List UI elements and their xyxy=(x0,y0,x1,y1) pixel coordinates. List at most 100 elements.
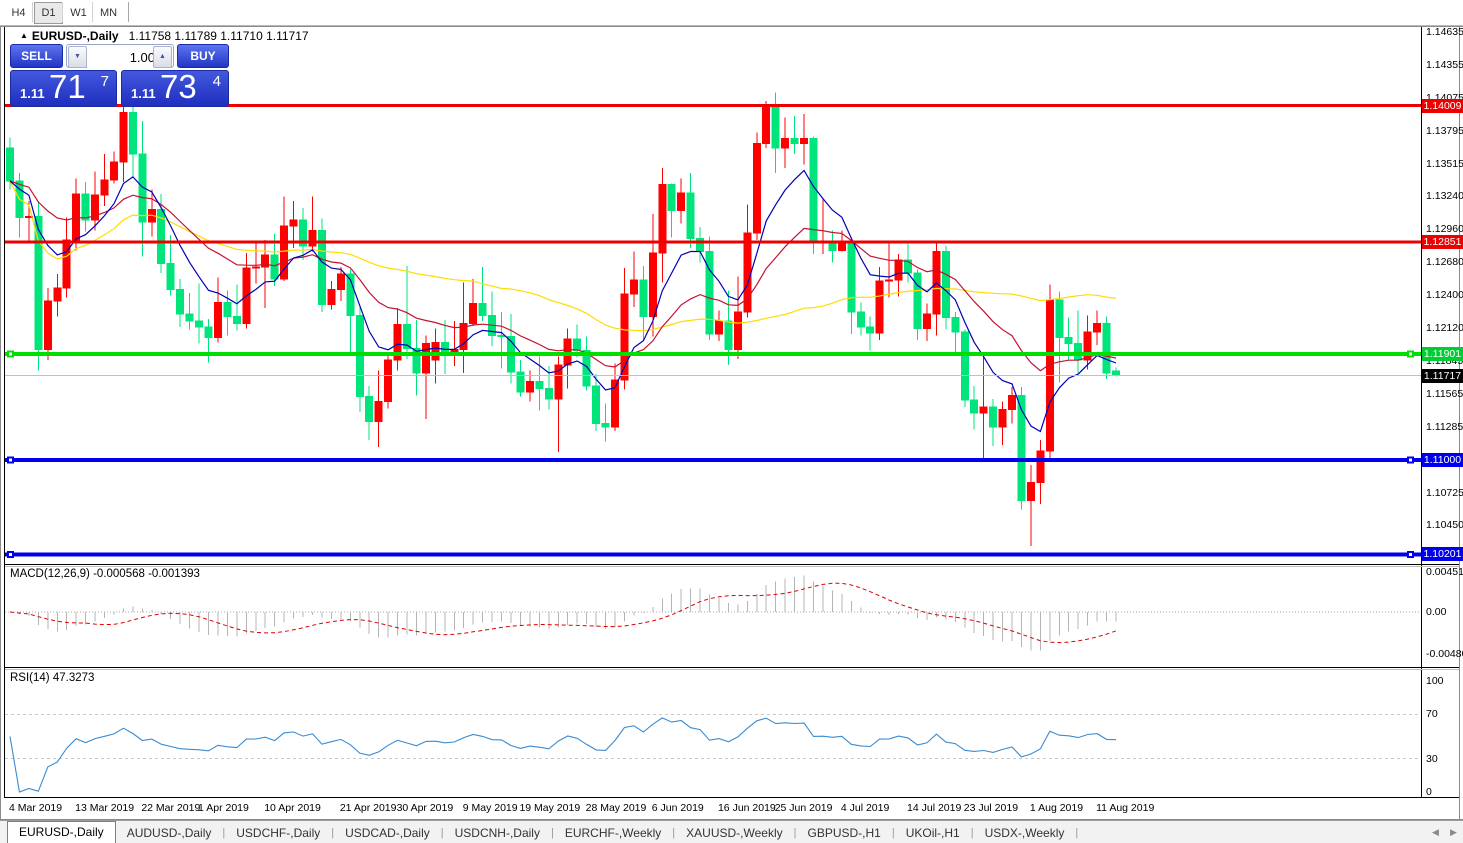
candle-body xyxy=(185,313,194,322)
candle-body xyxy=(1008,394,1017,411)
bid-pipette: 7 xyxy=(100,73,109,90)
candle-body xyxy=(885,279,894,282)
candle-body xyxy=(1102,323,1111,374)
panel-splitter[interactable] xyxy=(5,669,1459,670)
tab-usdcnh-daily[interactable]: USDCNH-,Daily xyxy=(444,823,551,843)
timeframe-button-d1[interactable]: D1 xyxy=(34,2,63,24)
candle-body xyxy=(128,112,137,155)
candle-body xyxy=(384,359,393,402)
macd-value-2: -0.001393 xyxy=(148,568,200,580)
macd-label: MACD(12,26,9) -0.000568 -0.001393 xyxy=(10,568,200,580)
tab-usdchf-daily[interactable]: USDCHF-,Daily xyxy=(225,823,331,843)
candle-body xyxy=(431,341,440,361)
candle-body xyxy=(762,106,771,144)
candle-body xyxy=(535,380,544,389)
rsi-axis-label: 100 xyxy=(1426,675,1444,687)
ma-slow-line xyxy=(9,180,1117,332)
bid-prefix: 1.11 xyxy=(20,86,45,101)
candle-body xyxy=(866,326,875,334)
candle-body xyxy=(960,331,969,401)
candle-body xyxy=(53,287,62,302)
candle-body xyxy=(970,399,979,414)
line-handle-dot xyxy=(9,458,12,462)
ask-price-box[interactable]: 1.11 73 4 xyxy=(121,68,229,107)
candle-body xyxy=(941,251,950,319)
tab-eurusd-daily[interactable]: EURUSD-,Daily xyxy=(7,821,116,843)
price-badge: 1.10201 xyxy=(1422,547,1463,562)
timeframe-toolbar: H4 D1 W1 MN xyxy=(0,0,1463,26)
panel-splitter[interactable] xyxy=(5,566,1459,567)
ma-fast-line xyxy=(9,169,1117,433)
price-tick-label: 1.10450 xyxy=(1426,518,1463,531)
collapse-icon[interactable]: ▲ xyxy=(20,31,28,40)
candle-body xyxy=(1026,482,1035,501)
candle-body xyxy=(1017,394,1026,501)
candle-body xyxy=(204,326,213,339)
tab-usdx-weekly[interactable]: USDX-,Weekly xyxy=(974,823,1076,843)
tab-ukoil-h1[interactable]: UKOil-,H1 xyxy=(895,823,971,843)
candle-body xyxy=(998,409,1007,428)
tab-xauusd-weekly[interactable]: XAUUSD-,Weekly xyxy=(675,823,793,843)
candle-body xyxy=(894,259,903,281)
candle-body xyxy=(989,406,998,428)
line-handle-dot xyxy=(9,552,12,556)
candle-body xyxy=(6,147,14,182)
date-tick-label: 9 May 2019 xyxy=(462,802,518,814)
candle-body xyxy=(790,138,799,144)
tab-audusd-daily[interactable]: AUDUSD-,Daily xyxy=(116,823,223,843)
tab-gbpusd-h1[interactable]: GBPUSD-,H1 xyxy=(796,823,891,843)
candle-body xyxy=(469,303,478,325)
tab-usdcad-daily[interactable]: USDCAD-,Daily xyxy=(334,823,441,843)
price-badge: 1.14009 xyxy=(1422,98,1463,113)
date-tick-label: 25 Jun 2019 xyxy=(774,802,833,814)
buy-button[interactable]: BUY xyxy=(177,44,229,68)
candle-body xyxy=(847,241,856,313)
panel-border xyxy=(5,797,1459,798)
bid-big-digits: 71 xyxy=(49,68,86,105)
candlestick-plot[interactable] xyxy=(5,27,1421,564)
timeframe-button-mn[interactable]: MN xyxy=(94,2,123,24)
candle-body xyxy=(412,347,421,374)
macd-axis-label: -0.004806 xyxy=(1426,648,1463,661)
candles xyxy=(6,92,1120,547)
date-tick-label: 13 Mar 2019 xyxy=(75,802,135,814)
price-tick-label: 1.12120 xyxy=(1426,322,1463,335)
line-handle-dot xyxy=(1409,552,1412,556)
price-tick-label: 1.10725 xyxy=(1426,486,1463,499)
volume-input[interactable] xyxy=(87,46,157,68)
candle-body xyxy=(270,254,279,280)
candle-body xyxy=(365,396,374,422)
macd-plot[interactable] xyxy=(5,567,1421,667)
tab-scroll-left-icon[interactable]: ◀ xyxy=(1432,827,1439,838)
price-tick-label: 1.12680 xyxy=(1426,256,1463,269)
price-badge: 1.12851 xyxy=(1422,235,1463,250)
volume-increase-icon[interactable]: ▲ xyxy=(153,46,172,68)
volume-decrease-icon[interactable]: ▼ xyxy=(68,46,87,68)
candle-body xyxy=(119,112,128,163)
timeframe-button-w1[interactable]: W1 xyxy=(64,2,93,24)
axis-border xyxy=(1421,27,1422,798)
candle-body xyxy=(800,138,809,144)
symbol-label: EURUSD-,Daily xyxy=(31,29,119,43)
candle-body xyxy=(43,300,52,350)
timeframe-button-h4[interactable]: H4 xyxy=(4,2,33,24)
volume-group: ▼ ▲ xyxy=(66,44,174,68)
date-tick-label: 14 Jul 2019 xyxy=(907,802,962,814)
tab-eurchf-weekly[interactable]: EURCHF-,Weekly xyxy=(554,823,672,843)
price-badge: 1.11901 xyxy=(1422,347,1463,362)
sell-button[interactable]: SELL xyxy=(10,44,63,68)
ohlc-values: 1.11758 1.11789 1.11710 1.11717 xyxy=(128,29,309,43)
rsi-axis-label: 70 xyxy=(1426,708,1438,721)
candle-body xyxy=(1093,323,1102,333)
candle-body xyxy=(639,279,648,317)
candle-body xyxy=(686,192,695,240)
price-badge: 1.11717 xyxy=(1422,368,1463,383)
candle-body xyxy=(629,279,638,295)
candle-body xyxy=(336,273,345,290)
tab-scroll-right-icon[interactable]: ▶ xyxy=(1450,827,1457,838)
toolbar-separator xyxy=(62,2,63,22)
bid-price-box[interactable]: 1.11 71 7 xyxy=(10,68,117,107)
rsi-plot[interactable] xyxy=(5,671,1421,797)
macd-value-1: -0.000568 xyxy=(93,568,145,580)
candle-body xyxy=(421,343,430,374)
